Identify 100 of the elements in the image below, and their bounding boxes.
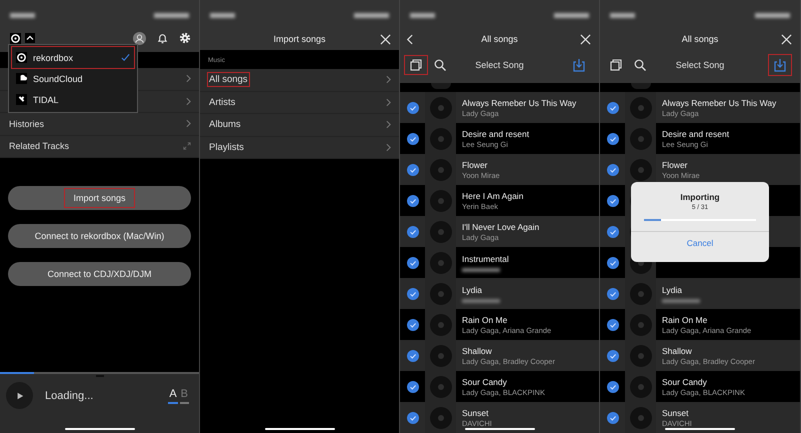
disc-icon: [430, 344, 452, 366]
checkbox[interactable]: [406, 412, 418, 424]
source-menu-item[interactable]: rekordbox: [12, 47, 134, 68]
checkbox[interactable]: [606, 194, 618, 206]
search-icon[interactable]: [634, 59, 646, 71]
settings-icon[interactable]: [179, 32, 191, 44]
menu-item[interactable]: All songs: [208, 73, 249, 86]
blurred-status-time: [610, 12, 635, 18]
song-title: I'll Never Love Again: [462, 222, 540, 232]
checkbox[interactable]: [606, 132, 618, 144]
checkbox[interactable]: [406, 350, 418, 362]
pill-button[interactable]: Connect to rekordbox (Mac/Win): [8, 224, 191, 248]
checkbox[interactable]: [606, 256, 618, 268]
chevron-right-icon: [386, 142, 391, 152]
checkbox[interactable]: [606, 164, 618, 176]
disc-icon: [430, 376, 452, 398]
disc-icon: [630, 314, 652, 336]
disc-icon: [430, 128, 452, 150]
disc-icon: [430, 220, 452, 242]
checkbox[interactable]: [406, 102, 418, 114]
chevron-right-icon: [386, 75, 391, 84]
checkbox[interactable]: [606, 102, 618, 114]
disc-icon: [430, 314, 452, 336]
disc-icon: [430, 190, 452, 212]
menu-item[interactable]: Artists: [208, 96, 236, 109]
disc-icon: [630, 376, 652, 398]
search-icon[interactable]: [434, 59, 446, 71]
song-title: Instrumental: [462, 254, 509, 264]
song-title: Lydia: [662, 284, 684, 294]
source-menu-item[interactable]: TIDAL: [12, 89, 134, 110]
disc-icon: [630, 158, 652, 180]
menu-item[interactable]: Playlists: [208, 140, 245, 154]
play-button[interactable]: [6, 382, 33, 409]
checkbox[interactable]: [406, 380, 418, 392]
pill-button[interactable]: Import songs: [8, 186, 191, 210]
drag-handle[interactable]: [96, 375, 104, 377]
blurred-status-icons: [154, 12, 189, 18]
blurred-artist: [662, 298, 700, 302]
tidal-logo-icon: [16, 94, 27, 105]
avatar-icon[interactable]: [133, 32, 146, 44]
copy-squares-icon: [608, 58, 624, 72]
disc-icon: [430, 158, 452, 180]
disc-icon: [630, 96, 652, 118]
checkbox[interactable]: [406, 226, 418, 238]
checkbox[interactable]: [606, 380, 618, 392]
disc-icon: [630, 282, 652, 304]
checkbox[interactable]: [606, 288, 618, 300]
chevron-right-icon: [186, 74, 191, 84]
checkbox[interactable]: [406, 132, 418, 144]
checkbox[interactable]: [606, 350, 618, 362]
blurred-status-icons: [755, 12, 790, 18]
dialog-title: Importing: [680, 192, 720, 202]
checkbox[interactable]: [406, 256, 418, 268]
menu-item[interactable]: Histories: [8, 118, 46, 130]
toolbar-title: Select Song: [474, 60, 525, 70]
deck-tab[interactable]: A: [168, 388, 178, 404]
copy-button[interactable]: [404, 55, 428, 75]
song-title: Always Remeber Us This Way: [662, 98, 776, 108]
close-icon[interactable]: [380, 34, 391, 44]
download-tray-icon: [772, 57, 788, 73]
disc-icon: [630, 406, 652, 428]
rekordbox-logo-icon[interactable]: [10, 32, 21, 44]
blurred-status-time: [410, 12, 435, 18]
play-icon: [16, 392, 24, 400]
checkbox[interactable]: [406, 164, 418, 176]
checkbox[interactable]: [406, 288, 418, 300]
disc-icon: [430, 282, 452, 304]
song-title: Sunset: [462, 408, 490, 418]
disc-icon: [630, 344, 652, 366]
disc-icon: [430, 252, 452, 274]
checkbox[interactable]: [606, 318, 618, 330]
track-status: Loading...: [45, 390, 94, 402]
back-icon[interactable]: [406, 34, 413, 44]
close-icon[interactable]: [781, 34, 792, 44]
checkbox[interactable]: [606, 226, 618, 238]
pill-button[interactable]: Connect to CDJ/XDJ/DJM: [8, 262, 191, 286]
checkbox[interactable]: [406, 318, 418, 330]
download-tray-icon: [571, 57, 587, 73]
song-title: Sunset: [662, 408, 690, 418]
import-button[interactable]: [768, 54, 792, 76]
screen-title: All songs: [481, 34, 518, 44]
disc-icon: [430, 96, 452, 118]
cloud-logo-icon: [16, 73, 27, 84]
source-menu-item[interactable]: SoundCloud: [12, 68, 134, 89]
copy-squares-icon: [408, 58, 424, 72]
chevron-right-icon: [186, 119, 191, 128]
checkbox[interactable]: [406, 194, 418, 206]
menu-item[interactable]: Albums: [208, 118, 242, 132]
screen-title: All songs: [682, 34, 718, 44]
expand-icon[interactable]: [183, 142, 191, 150]
blurred-status-time: [210, 12, 235, 18]
close-icon[interactable]: [580, 34, 591, 44]
blurred-status-icons: [554, 12, 589, 18]
caret-up-icon[interactable]: [25, 33, 35, 43]
check-icon: [121, 53, 130, 62]
menu-item[interactable]: Related Tracks: [8, 140, 70, 152]
chevron-right-icon: [186, 96, 191, 106]
bell-icon[interactable]: [156, 32, 169, 44]
song-title: Flower: [462, 160, 489, 170]
checkbox[interactable]: [606, 412, 618, 424]
